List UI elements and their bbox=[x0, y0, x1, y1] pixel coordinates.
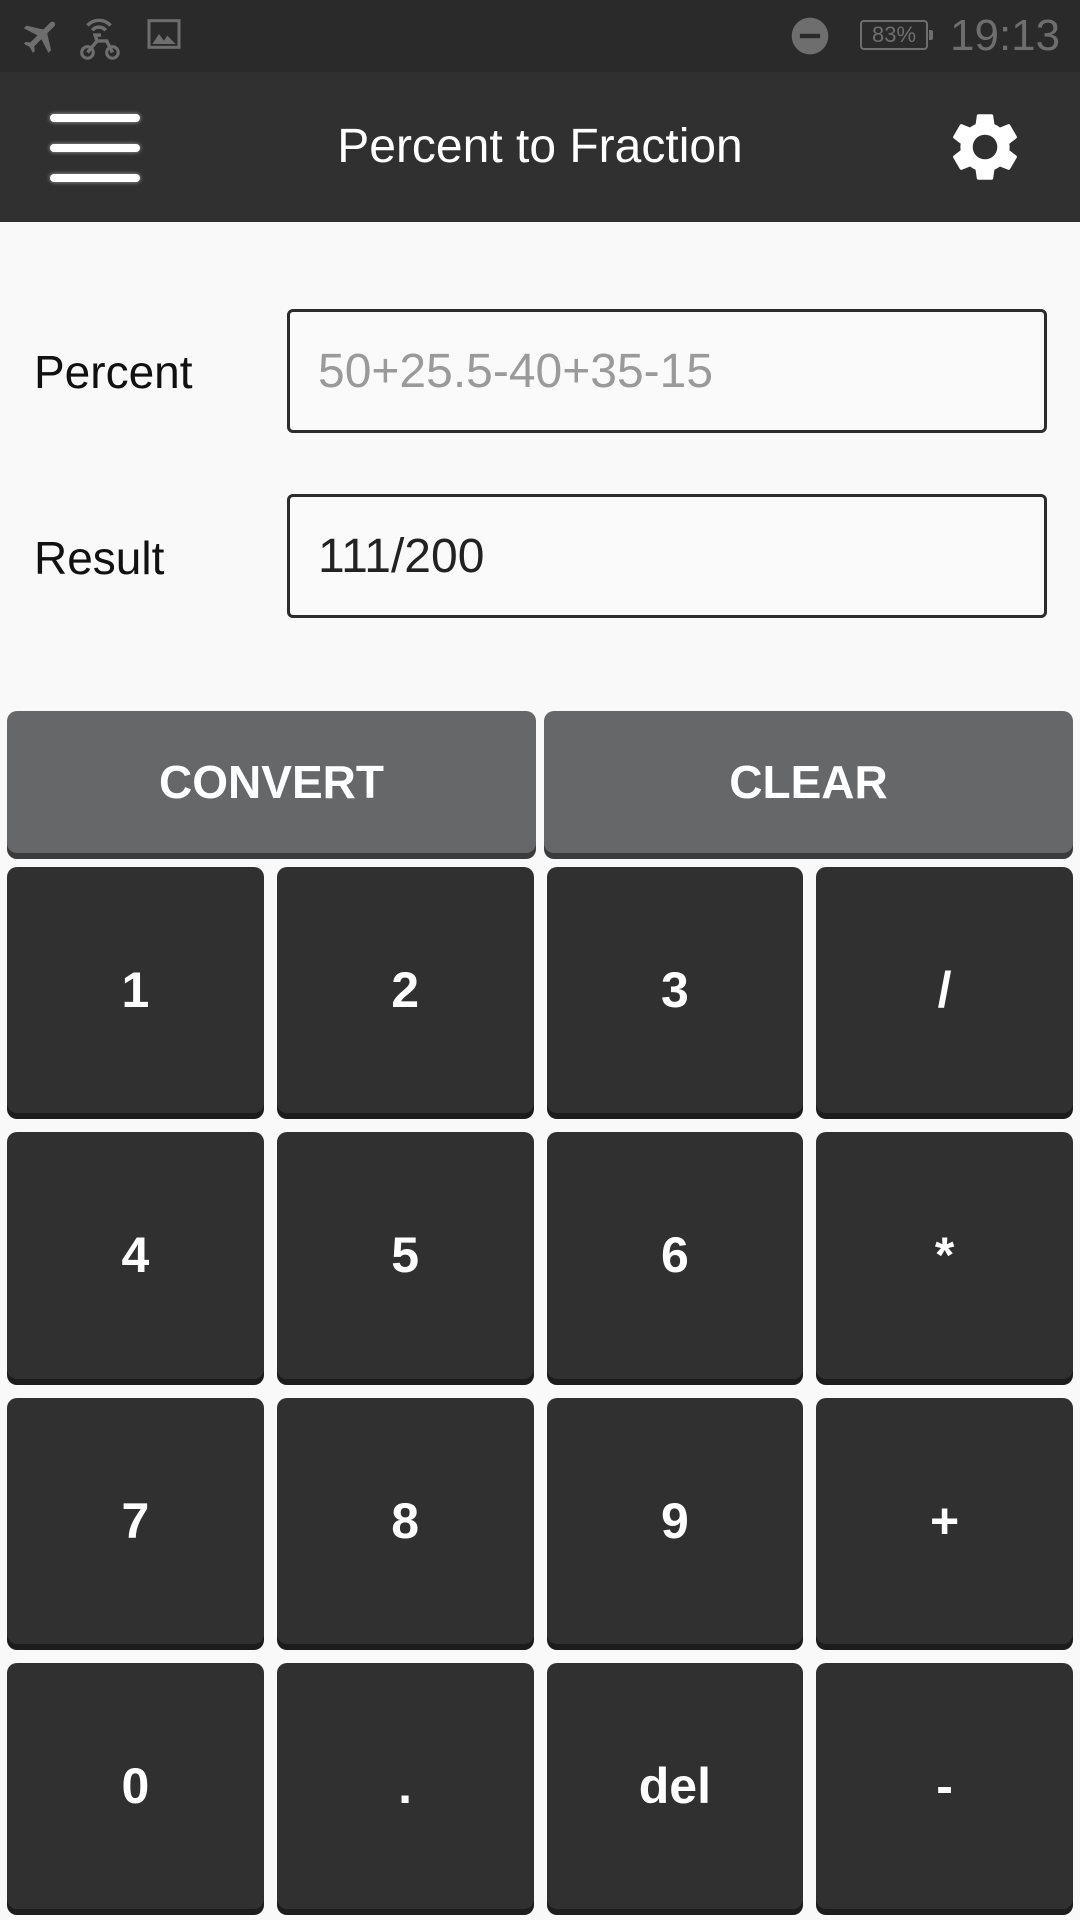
key-2[interactable]: 2 bbox=[276, 867, 534, 1114]
key-minus[interactable]: - bbox=[816, 1662, 1073, 1909]
image-notification-icon bbox=[147, 19, 181, 49]
key-6[interactable]: 6 bbox=[546, 1132, 804, 1379]
result-field[interactable] bbox=[287, 494, 1047, 618]
key-0[interactable]: 0 bbox=[7, 1662, 264, 1909]
settings-gear-icon[interactable] bbox=[944, 106, 1026, 188]
percent-label: Percent bbox=[34, 346, 193, 398]
hotspot-delivery-icon bbox=[80, 18, 120, 60]
hamburger-menu-icon[interactable] bbox=[48, 110, 144, 186]
key-multiply[interactable]: * bbox=[816, 1132, 1073, 1379]
key-decimal[interactable]: . bbox=[276, 1662, 534, 1909]
key-3[interactable]: 3 bbox=[546, 867, 804, 1114]
result-label: Result bbox=[34, 532, 165, 584]
status-bar: 83% 19:13 bbox=[0, 0, 1080, 72]
do-not-disturb-icon bbox=[791, 17, 829, 55]
key-divide[interactable]: / bbox=[816, 867, 1073, 1114]
key-9[interactable]: 9 bbox=[546, 1397, 804, 1644]
status-time: 19:13 bbox=[950, 11, 1061, 60]
clear-button[interactable]: CLEAR bbox=[544, 711, 1073, 853]
key-8[interactable]: 8 bbox=[276, 1397, 534, 1644]
key-1[interactable]: 1 bbox=[7, 867, 264, 1114]
app-bar: Percent to Fraction bbox=[0, 72, 1080, 222]
page-title: Percent to Fraction bbox=[337, 120, 743, 173]
battery-indicator: 83% bbox=[860, 20, 933, 50]
key-plus[interactable]: + bbox=[816, 1397, 1073, 1644]
key-5[interactable]: 5 bbox=[276, 1132, 534, 1379]
key-7[interactable]: 7 bbox=[7, 1397, 264, 1644]
convert-button[interactable]: CONVERT bbox=[7, 711, 536, 853]
key-delete[interactable]: del bbox=[546, 1662, 804, 1909]
key-4[interactable]: 4 bbox=[7, 1132, 264, 1379]
keypad: 1 2 3 / 4 5 6 * 7 8 9 + 0 . del - bbox=[7, 867, 1073, 1915]
percent-input[interactable] bbox=[287, 309, 1047, 433]
airplane-mode-icon bbox=[23, 21, 56, 53]
